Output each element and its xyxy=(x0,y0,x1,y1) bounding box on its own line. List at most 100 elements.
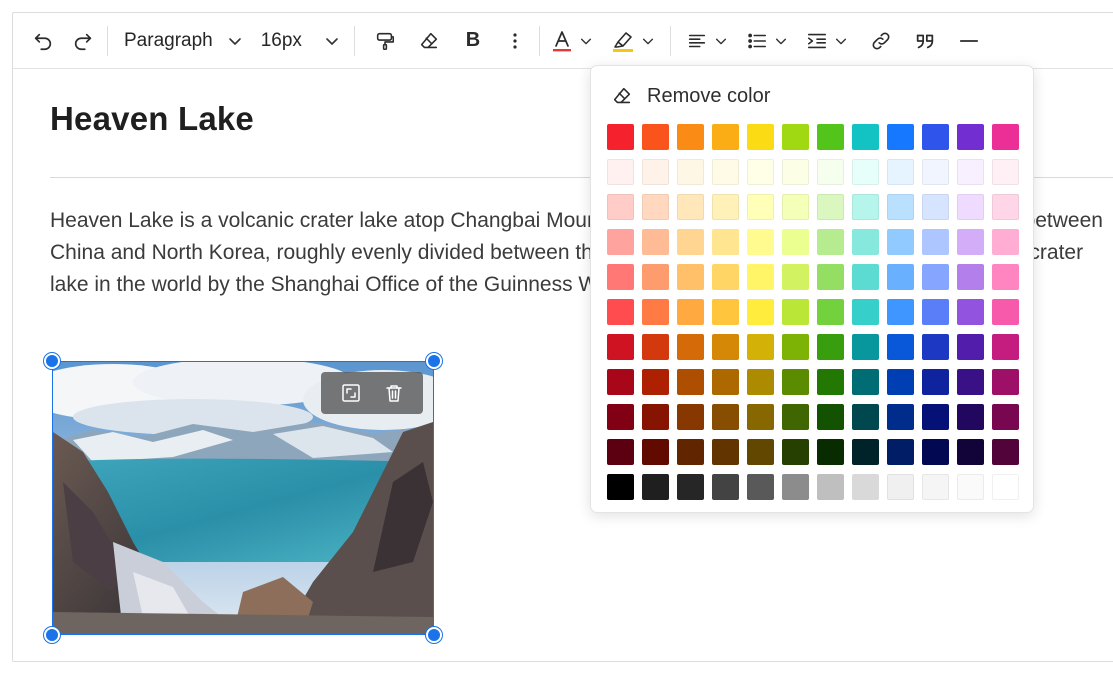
color-swatch[interactable] xyxy=(852,439,879,465)
color-swatch[interactable] xyxy=(887,229,914,255)
color-swatch[interactable] xyxy=(922,264,949,290)
link-button[interactable] xyxy=(863,23,899,59)
color-swatch[interactable] xyxy=(957,124,984,150)
color-swatch[interactable] xyxy=(922,159,949,185)
color-swatch[interactable] xyxy=(642,474,669,500)
redo-button[interactable] xyxy=(67,23,99,59)
color-swatch[interactable] xyxy=(817,439,844,465)
color-swatch[interactable] xyxy=(852,334,879,360)
color-swatch[interactable] xyxy=(642,124,669,150)
color-swatch[interactable] xyxy=(642,404,669,430)
color-swatch[interactable] xyxy=(957,369,984,395)
color-swatch[interactable] xyxy=(782,369,809,395)
color-swatch[interactable] xyxy=(957,229,984,255)
color-swatch[interactable] xyxy=(747,404,774,430)
bold-button[interactable]: B xyxy=(455,23,491,59)
color-swatch[interactable] xyxy=(642,334,669,360)
color-swatch[interactable] xyxy=(817,229,844,255)
color-swatch[interactable] xyxy=(782,159,809,185)
color-swatch[interactable] xyxy=(817,334,844,360)
color-swatch[interactable] xyxy=(852,369,879,395)
color-swatch[interactable] xyxy=(922,124,949,150)
color-swatch[interactable] xyxy=(677,474,704,500)
color-swatch[interactable] xyxy=(887,124,914,150)
indent-button[interactable] xyxy=(803,23,851,59)
color-swatch[interactable] xyxy=(712,264,739,290)
highlight-color-button[interactable] xyxy=(608,23,658,59)
color-swatch[interactable] xyxy=(957,264,984,290)
color-swatch[interactable] xyxy=(887,439,914,465)
color-swatch[interactable] xyxy=(852,159,879,185)
color-swatch[interactable] xyxy=(992,124,1019,150)
resize-handle-bottom-right[interactable] xyxy=(426,627,442,643)
image-delete-button[interactable] xyxy=(379,378,409,408)
font-color-button[interactable] xyxy=(548,23,596,59)
color-swatch[interactable] xyxy=(747,159,774,185)
color-swatch[interactable] xyxy=(747,334,774,360)
color-swatch[interactable] xyxy=(922,404,949,430)
color-swatch[interactable] xyxy=(887,159,914,185)
color-swatch[interactable] xyxy=(957,439,984,465)
color-swatch[interactable] xyxy=(782,194,809,220)
color-swatch[interactable] xyxy=(607,474,634,500)
color-swatch[interactable] xyxy=(992,264,1019,290)
color-swatch[interactable] xyxy=(607,229,634,255)
resize-handle-top-left[interactable] xyxy=(44,353,60,369)
color-swatch[interactable] xyxy=(712,299,739,325)
more-button[interactable] xyxy=(499,23,531,59)
color-swatch[interactable] xyxy=(957,404,984,430)
color-swatch[interactable] xyxy=(992,404,1019,430)
color-swatch[interactable] xyxy=(992,474,1019,500)
color-swatch[interactable] xyxy=(817,194,844,220)
color-swatch[interactable] xyxy=(922,439,949,465)
color-swatch[interactable] xyxy=(852,404,879,430)
color-swatch[interactable] xyxy=(992,159,1019,185)
color-swatch[interactable] xyxy=(747,299,774,325)
color-swatch[interactable] xyxy=(782,474,809,500)
color-swatch[interactable] xyxy=(747,439,774,465)
color-swatch[interactable] xyxy=(642,369,669,395)
color-swatch[interactable] xyxy=(712,194,739,220)
color-swatch[interactable] xyxy=(957,194,984,220)
color-swatch[interactable] xyxy=(677,334,704,360)
color-swatch[interactable] xyxy=(992,369,1019,395)
color-swatch[interactable] xyxy=(817,299,844,325)
lake-image[interactable] xyxy=(44,353,442,643)
color-swatch[interactable] xyxy=(677,299,704,325)
color-swatch[interactable] xyxy=(992,229,1019,255)
resize-handle-bottom-left[interactable] xyxy=(44,627,60,643)
block-format-select[interactable]: Paragraph xyxy=(116,23,243,59)
color-swatch[interactable] xyxy=(607,264,634,290)
color-swatch[interactable] xyxy=(922,194,949,220)
color-swatch[interactable] xyxy=(642,264,669,290)
align-button[interactable] xyxy=(683,23,731,59)
color-swatch[interactable] xyxy=(677,229,704,255)
color-swatch[interactable] xyxy=(922,334,949,360)
color-swatch[interactable] xyxy=(712,369,739,395)
color-swatch[interactable] xyxy=(922,229,949,255)
color-swatch[interactable] xyxy=(607,159,634,185)
bullet-list-button[interactable] xyxy=(743,23,791,59)
color-swatch[interactable] xyxy=(677,194,704,220)
color-swatch[interactable] xyxy=(642,159,669,185)
color-swatch[interactable] xyxy=(887,474,914,500)
undo-button[interactable] xyxy=(27,23,59,59)
color-swatch[interactable] xyxy=(677,264,704,290)
color-swatch[interactable] xyxy=(887,404,914,430)
color-swatch[interactable] xyxy=(607,194,634,220)
color-swatch[interactable] xyxy=(607,404,634,430)
color-swatch[interactable] xyxy=(852,229,879,255)
color-swatch[interactable] xyxy=(712,404,739,430)
color-swatch[interactable] xyxy=(712,439,739,465)
color-swatch[interactable] xyxy=(887,194,914,220)
color-swatch[interactable] xyxy=(957,474,984,500)
color-swatch[interactable] xyxy=(992,299,1019,325)
color-swatch[interactable] xyxy=(607,124,634,150)
color-swatch[interactable] xyxy=(992,439,1019,465)
color-swatch[interactable] xyxy=(677,159,704,185)
color-swatch[interactable] xyxy=(852,124,879,150)
color-swatch[interactable] xyxy=(957,299,984,325)
color-swatch[interactable] xyxy=(782,299,809,325)
color-swatch[interactable] xyxy=(747,124,774,150)
color-swatch[interactable] xyxy=(712,124,739,150)
